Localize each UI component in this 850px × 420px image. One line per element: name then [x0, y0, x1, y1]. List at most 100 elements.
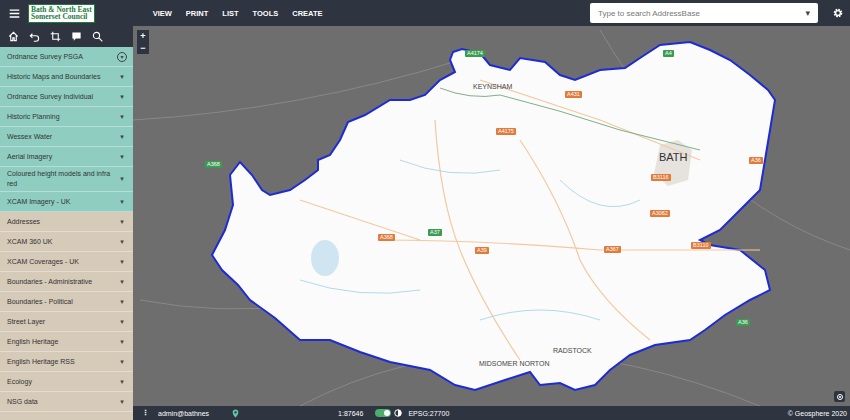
sidebar-item[interactable]: Boundaries - Administrative▾ — [0, 272, 133, 292]
sidebar-item[interactable]: Historic Planning▾ — [0, 107, 133, 127]
toggle-knob — [384, 410, 390, 416]
sidebar-item[interactable]: English Heritage RSS▾ — [0, 352, 133, 372]
road-badge: A36 — [736, 319, 750, 326]
expand-arrow[interactable]: ▾ — [117, 258, 127, 266]
contrast-button[interactable] — [394, 409, 402, 417]
expand-arrow[interactable]: ▾ — [117, 52, 127, 62]
expand-arrow[interactable]: ▾ — [117, 133, 127, 141]
council-logo[interactable]: Bath & North EastSomerset Council — [28, 4, 95, 23]
road-badge: A3062 — [650, 210, 670, 217]
expand-arrow[interactable]: ▾ — [117, 278, 127, 286]
target-icon[interactable] — [836, 393, 844, 401]
expand-arrow[interactable]: ▾ — [117, 175, 127, 183]
sidebar-item-label: English Heritage RSS — [7, 355, 117, 369]
menu-item[interactable]: CREATE — [292, 9, 322, 18]
sidebar-item-label: Wessex Water — [7, 130, 117, 144]
sidebar-item-label: Historic Planning — [7, 110, 117, 124]
expand-arrow[interactable]: ▾ — [117, 153, 127, 161]
crop-icon[interactable] — [50, 31, 61, 42]
sidebar-item[interactable]: XCAM Coverages - UK▾ — [0, 252, 133, 272]
expand-arrow[interactable]: ▾ — [117, 298, 127, 306]
expand-arrow[interactable]: ▾ — [117, 338, 127, 346]
sidebar-item[interactable]: NSG data▾ — [0, 392, 133, 412]
expand-arrow[interactable]: ▾ — [117, 238, 127, 246]
road-badge: A37 — [428, 229, 442, 236]
road-badge: A368 — [205, 161, 222, 168]
expand-arrow[interactable]: ▾ — [117, 378, 127, 386]
road-badge: A431 — [565, 91, 582, 98]
contrast-icon[interactable] — [394, 409, 402, 417]
status-menu[interactable]: ⋮ — [142, 409, 149, 417]
sidebar-item[interactable]: Historic Maps and Boundaries▾ — [0, 67, 133, 87]
search-icon[interactable] — [92, 31, 103, 42]
sidebar-item-label: Street Layer — [7, 315, 117, 329]
home-icon[interactable] — [8, 31, 19, 42]
search-input[interactable] — [598, 9, 805, 18]
settings-button[interactable] — [826, 7, 850, 19]
road-badge: B3116 — [651, 174, 671, 181]
sidebar-item[interactable]: Ordnance Survey Individual▾ — [0, 87, 133, 107]
expand-arrow[interactable]: ▾ — [117, 218, 127, 226]
status-bar: ⋮ admin@bathnes 1:87646 EPSG:27700 © Geosphe… — [133, 406, 850, 420]
projection: EPSG:27700 — [408, 410, 449, 417]
logo-line: Bath & North East — [31, 6, 92, 14]
hamburger-icon[interactable] — [9, 8, 20, 19]
logo-line: Somerset Council — [31, 13, 92, 21]
basemap-toggle[interactable] — [375, 409, 391, 417]
menu-item[interactable]: VIEW — [153, 9, 172, 18]
zoom-out-button[interactable]: − — [137, 42, 149, 54]
place-label: MIDSOMER NORTON — [479, 360, 550, 367]
sidebar-item-label: Ordnance Survey Individual — [7, 90, 117, 104]
expand-arrow[interactable]: ▾ — [117, 358, 127, 366]
menu-button[interactable] — [0, 8, 28, 19]
sidebar-item[interactable]: Ordnance Survey PSGA▾ — [0, 47, 133, 67]
comment-icon[interactable] — [71, 31, 82, 42]
location-button[interactable] — [231, 409, 240, 418]
map-options-button[interactable] — [834, 391, 845, 402]
sidebar-item[interactable]: Boundaries - Political▾ — [0, 292, 133, 312]
map-view[interactable]: +−KEYNSHAMBATHRADSTOCKMIDSOMER NORTONA41… — [133, 26, 850, 406]
main-area: Ordnance Survey PSGA▾Historic Maps and B… — [0, 26, 850, 420]
toolbar — [0, 26, 133, 47]
place-label: BATH — [659, 151, 688, 163]
expand-arrow[interactable]: ▾ — [117, 398, 127, 406]
main-menu: VIEW PRINT LIST TOOLS CREATE — [153, 9, 590, 18]
map-scale: 1:87646 — [338, 410, 363, 417]
gear-icon[interactable] — [832, 7, 844, 19]
road-badge: A4 — [663, 50, 674, 57]
location-pin-icon[interactable] — [231, 409, 240, 418]
menu-item[interactable]: PRINT — [186, 9, 209, 18]
sidebar-item[interactable]: Aerial Imagery▾ — [0, 147, 133, 167]
road-badge: A39 — [475, 247, 489, 254]
sidebar-item-label: XCAM 360 UK — [7, 235, 117, 249]
menu-item[interactable]: TOOLS — [253, 9, 279, 18]
sidebar-item-label: Coloured height models and infra red — [7, 167, 117, 191]
road-badge: A4175 — [496, 128, 516, 135]
search-box[interactable]: ▾ — [590, 3, 818, 23]
menu-item[interactable]: LIST — [222, 9, 238, 18]
sidebar-item[interactable]: English Heritage▾ — [0, 332, 133, 352]
road-badge: A4174 — [465, 50, 485, 57]
sidebar-item[interactable]: Coloured height models and infra red▾ — [0, 167, 133, 192]
sidebar-item-label: English Heritage — [7, 335, 117, 349]
place-label: KEYNSHAM — [473, 83, 512, 90]
undo-icon[interactable] — [29, 31, 40, 42]
expand-arrow[interactable]: ▾ — [117, 93, 127, 101]
search-dropdown[interactable]: ▾ — [805, 8, 810, 18]
expand-arrow[interactable]: ▾ — [117, 73, 127, 81]
sidebar-item[interactable]: Addresses▾ — [0, 212, 133, 232]
user-name: admin@bathnes — [158, 410, 209, 417]
sidebar-item[interactable]: XCAM Imagery - UK▾ — [0, 192, 133, 212]
expand-arrow[interactable]: ▾ — [117, 198, 127, 206]
sidebar-item[interactable]: Ecology▾ — [0, 372, 133, 392]
sidebar-item-label: Ordnance Survey PSGA — [7, 50, 117, 64]
copyright: © Geosphere 2020 — [788, 410, 847, 417]
zoom-in-button[interactable]: + — [137, 30, 149, 42]
layer-sidebar: Ordnance Survey PSGA▾Historic Maps and B… — [0, 26, 133, 420]
sidebar-item-label: NSG data — [7, 395, 117, 409]
sidebar-item[interactable]: Wessex Water▾ — [0, 127, 133, 147]
sidebar-item[interactable]: XCAM 360 UK▾ — [0, 232, 133, 252]
expand-arrow[interactable]: ▾ — [117, 113, 127, 121]
sidebar-item[interactable]: Street Layer▾ — [0, 312, 133, 332]
expand-arrow[interactable]: ▾ — [117, 318, 127, 326]
